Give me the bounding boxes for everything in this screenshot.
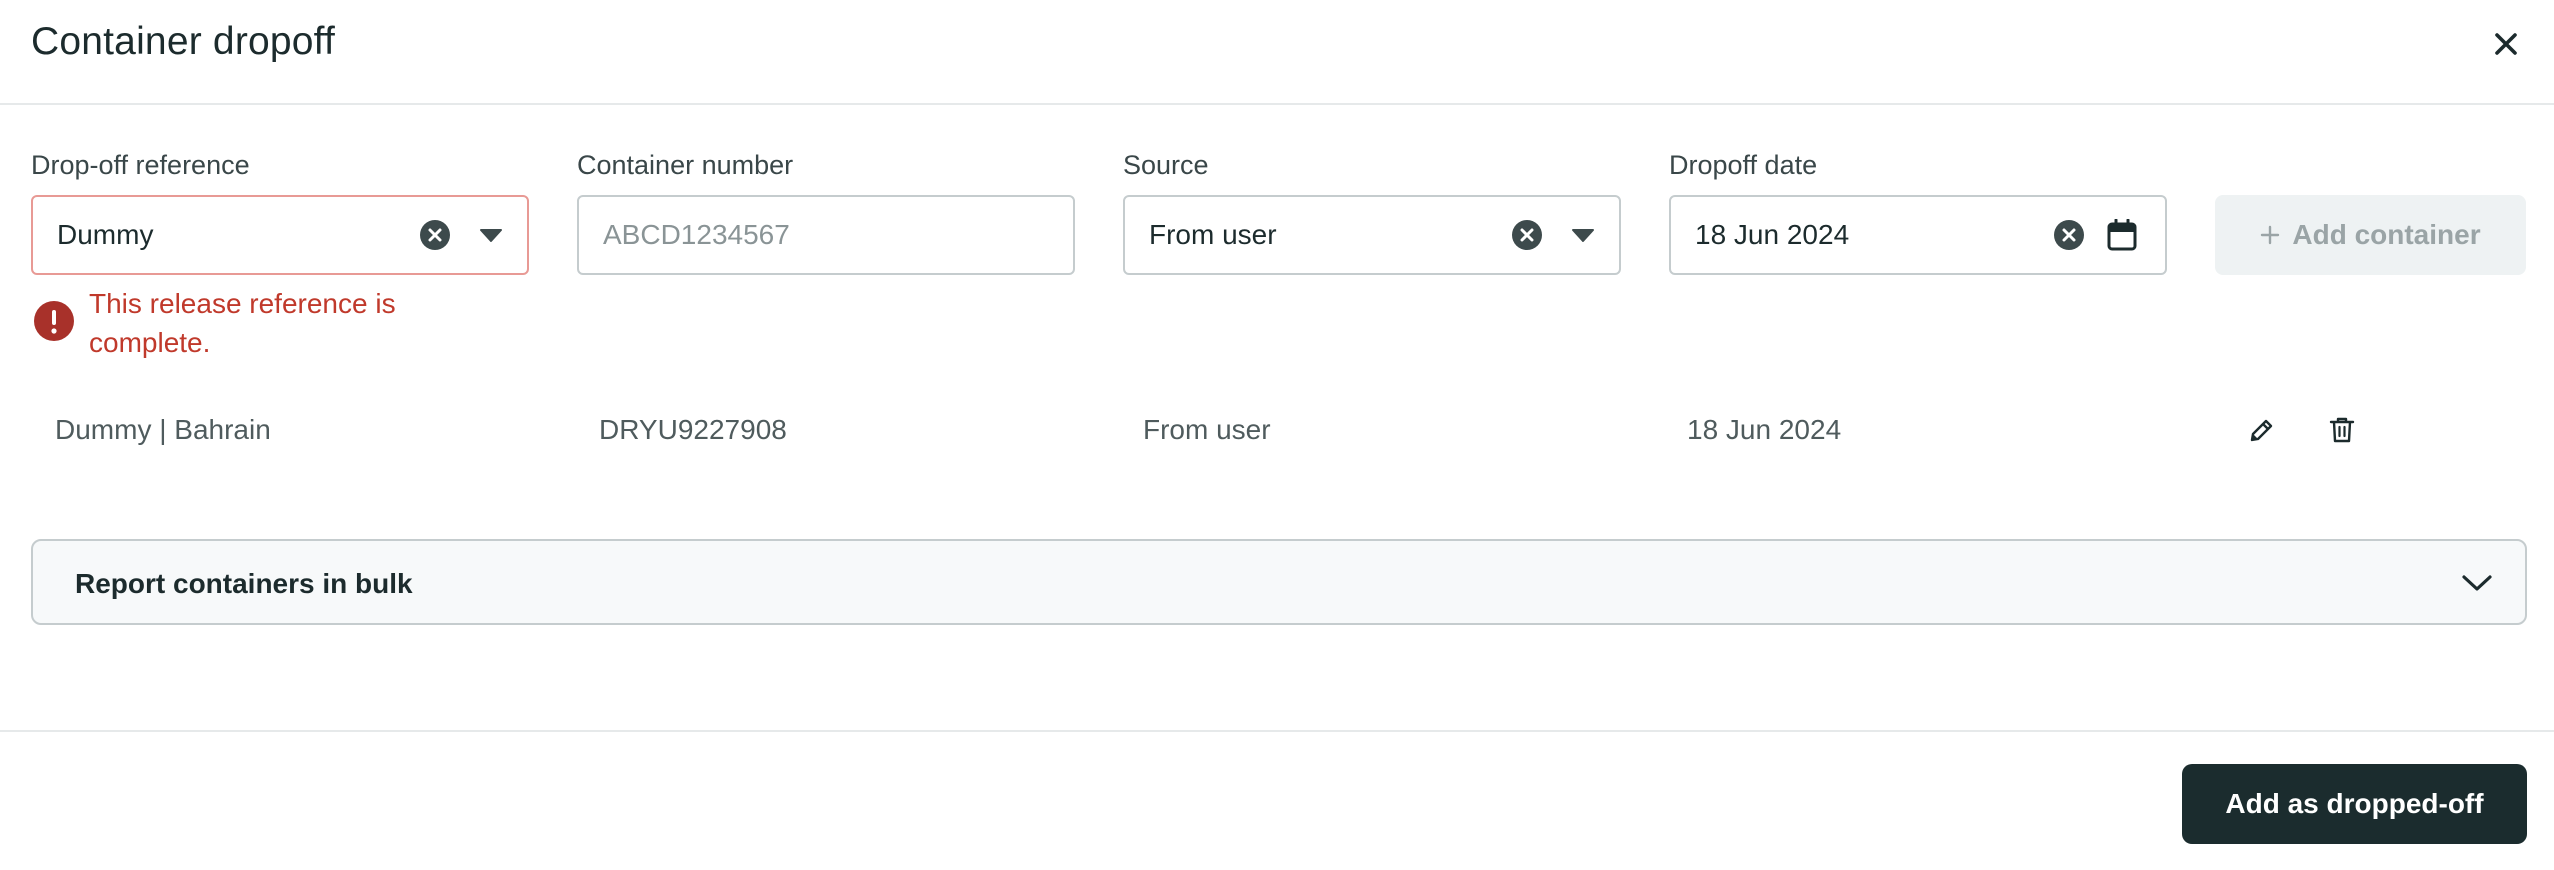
container-number-field[interactable]	[577, 195, 1075, 275]
source-value: From user	[1149, 219, 1277, 250]
row-date: 18 Jun 2024	[1687, 414, 1842, 445]
row-source: From user	[1143, 414, 1271, 445]
report-bulk-toggle[interactable]	[2459, 565, 2495, 601]
source-label: Source	[1123, 150, 1209, 180]
dropoff-date-picker[interactable]: 18 Jun 2024	[1669, 195, 2167, 275]
dropoff-reference-select[interactable]: Dummy	[31, 195, 529, 275]
container-number-input[interactable]	[603, 219, 1073, 251]
dropoff-reference-error: This release reference is complete.	[33, 284, 469, 362]
add-container-button[interactable]: Add container	[2215, 195, 2526, 275]
dropoff-reference-dropdown-toggle[interactable]	[479, 227, 503, 243]
close-icon[interactable]	[2494, 32, 2518, 56]
plus-icon	[2261, 225, 2280, 245]
report-bulk-title: Report containers in bulk	[75, 568, 413, 599]
caret-down-icon[interactable]	[1571, 227, 1595, 243]
dialog-header: Container dropoff	[0, 0, 2554, 105]
source-dropdown-toggle[interactable]	[1571, 227, 1595, 243]
delete-button[interactable]	[2322, 410, 2362, 450]
dropoff-date-clear-button[interactable]	[2053, 219, 2085, 251]
dialog-title: Container dropoff	[31, 20, 336, 63]
clear-icon[interactable]	[419, 219, 451, 251]
clear-icon[interactable]	[1511, 219, 1543, 251]
error-icon	[34, 301, 74, 341]
add-container-label: Add container	[2292, 219, 2481, 250]
dropoff-reference-clear-button[interactable]	[419, 219, 451, 251]
row-container-number: DRYU9227908	[599, 414, 787, 445]
footer-divider	[0, 730, 2554, 732]
dropoff-date-value: 18 Jun 2024	[1695, 219, 1850, 250]
container-number-label: Container number	[577, 150, 794, 180]
source-clear-button[interactable]	[1511, 219, 1543, 251]
chevron-down-icon[interactable]	[2461, 573, 2493, 593]
calendar-button[interactable]	[2107, 219, 2137, 251]
clear-icon[interactable]	[2053, 219, 2085, 251]
dropoff-reference-value: Dummy	[57, 219, 154, 250]
row-reference: Dummy | Bahrain	[55, 414, 271, 445]
trash-icon[interactable]	[2329, 416, 2355, 444]
dropoff-reference-label: Drop-off reference	[31, 150, 250, 180]
close-button[interactable]	[2488, 26, 2524, 62]
calendar-icon[interactable]	[2107, 219, 2137, 251]
add-as-dropped-off-button[interactable]: Add as dropped-off	[2182, 764, 2527, 844]
caret-down-icon[interactable]	[479, 227, 503, 243]
source-select[interactable]: From user	[1123, 195, 1621, 275]
edit-button[interactable]	[2242, 410, 2282, 450]
edit-icon[interactable]	[2248, 416, 2276, 444]
error-text: This release reference is complete.	[89, 288, 396, 358]
dropoff-date-label: Dropoff date	[1669, 150, 1818, 180]
report-bulk-accordion[interactable]: Report containers in bulk	[31, 539, 2527, 625]
